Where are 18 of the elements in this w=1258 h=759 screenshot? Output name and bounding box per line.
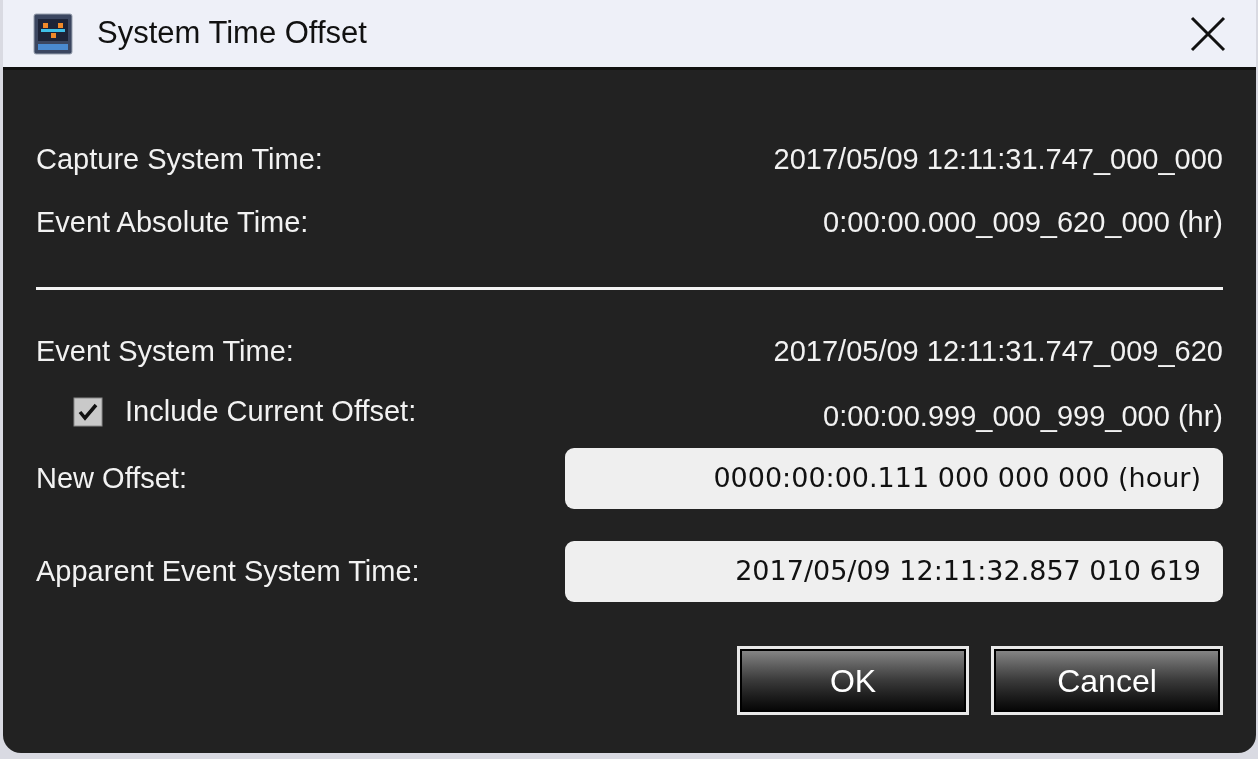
input-field[interactable]: 0000:00:00.111 000 000 000 (hour) bbox=[565, 448, 1223, 509]
input-field[interactable]: 2017/05/09 12:11:32.857 010 619 bbox=[565, 541, 1223, 602]
info-label: Capture System Time: bbox=[36, 142, 323, 178]
window-title: System Time Offset bbox=[97, 14, 367, 53]
event-value: 2017/05/09 12:11:31.747_009_620 bbox=[773, 334, 1223, 370]
dialog-button[interactable]: Cancel bbox=[991, 646, 1223, 715]
field-label: Apparent Event System Time: bbox=[36, 553, 420, 589]
field-label: New Offset: bbox=[36, 460, 187, 496]
checkbox[interactable] bbox=[73, 397, 103, 427]
dialog-button[interactable]: OK bbox=[737, 646, 969, 715]
checkbox-label: Include Current Offset: bbox=[125, 394, 417, 430]
info-value: 2017/05/09 12:11:31.747_000_000 bbox=[773, 142, 1223, 178]
offset-value: 0:00:00.999_000_999_000 (hr) bbox=[823, 399, 1223, 435]
info-label: Event Absolute Time: bbox=[36, 205, 309, 241]
app-icon bbox=[33, 12, 73, 55]
info-value: 0:00:00.000_009_620_000 (hr) bbox=[823, 205, 1223, 241]
close-icon bbox=[1190, 15, 1226, 52]
event-label: Event System Time: bbox=[36, 334, 294, 370]
